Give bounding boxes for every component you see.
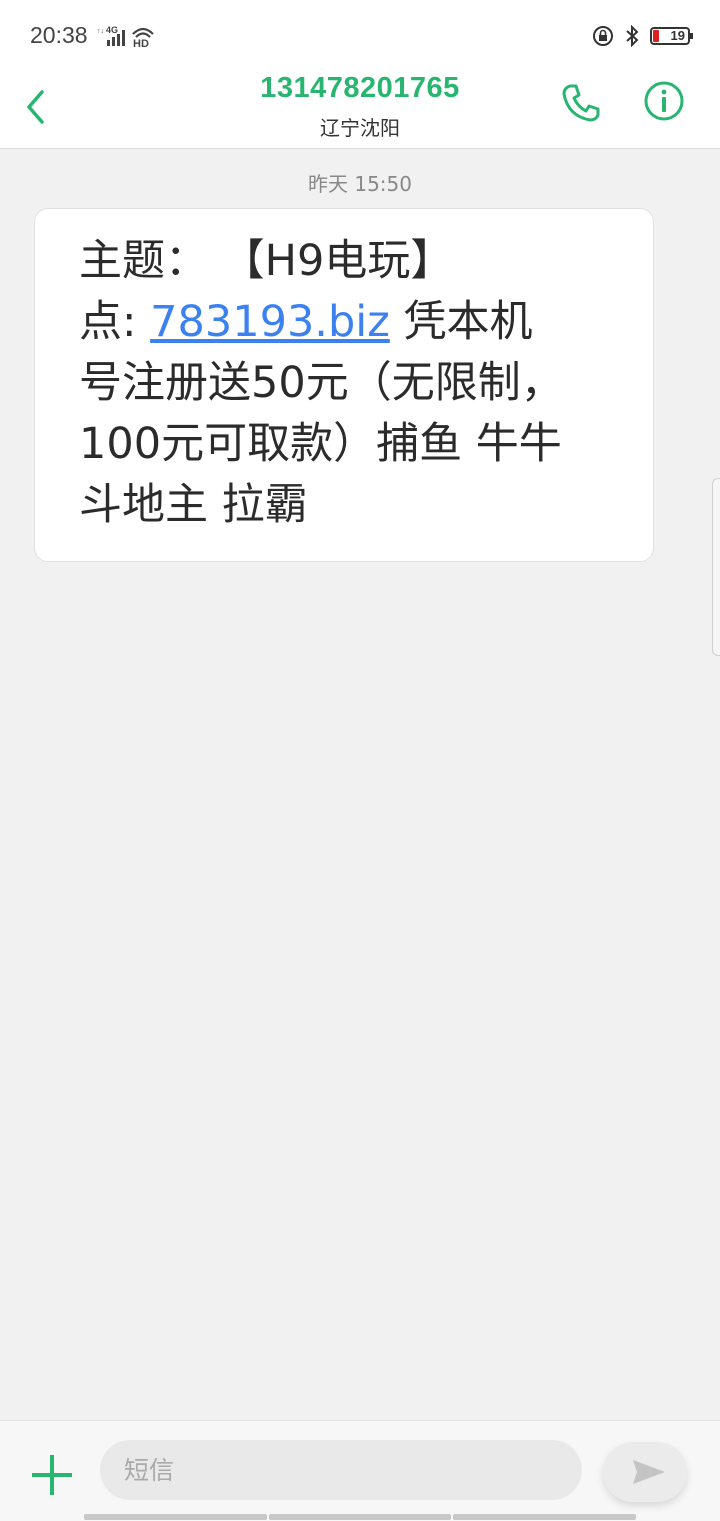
message-line: 号注册送50元（无限制， — [79, 358, 564, 408]
lock-rotation-icon — [593, 26, 613, 46]
sms-input[interactable] — [100, 1440, 582, 1500]
message-line: 主题： 【H9电玩】 — [79, 236, 454, 286]
call-button[interactable] — [558, 80, 604, 126]
phone-icon — [562, 84, 600, 122]
send-button[interactable] — [603, 1442, 687, 1502]
contact-location: 辽宁沈阳 — [320, 116, 400, 140]
svg-text:↑↓: ↑↓ — [97, 28, 104, 35]
compose-bar — [0, 1420, 720, 1521]
conversation-header: 131478201765 辽宁沈阳 — [0, 70, 720, 149]
signal-icon: ↑↓ 4G HD — [97, 25, 154, 48]
network-type-label: 4G — [106, 25, 118, 35]
battery-tip — [690, 33, 693, 39]
send-icon — [633, 1460, 665, 1484]
nav-hint-segment — [84, 1514, 267, 1520]
bluetooth-icon — [626, 25, 639, 47]
contact-number: 131478201765 — [260, 72, 460, 104]
status-icons: 19 — [592, 22, 693, 50]
info-button[interactable] — [641, 81, 687, 127]
status-time: 20:38 — [30, 22, 88, 48]
nav-hint-bar — [84, 1514, 637, 1520]
nav-hint-segment — [268, 1514, 452, 1520]
message-bubble[interactable]: 主题： 【H9电玩】 点: 783193.biz 凭本机 号注册送50元（无限制… — [34, 208, 654, 562]
message-line: 斗地主 拉霸 — [79, 480, 308, 530]
message-line: 100元可取款）捕鱼 牛牛 — [79, 419, 562, 469]
add-icon — [32, 1455, 72, 1495]
scroll-indicator[interactable] — [712, 478, 720, 656]
add-attachment-button[interactable] — [28, 1451, 76, 1499]
message-timestamp: 昨天 15:50 — [308, 172, 412, 196]
message-link[interactable]: 783193.biz — [150, 297, 390, 347]
message-line: 点: 783193.biz 凭本机 — [79, 292, 633, 353]
info-icon — [644, 81, 684, 121]
battery-fill — [653, 30, 659, 42]
hd-label: HD — [133, 38, 149, 48]
battery-level: 19 — [670, 28, 685, 43]
message-text: 点: — [79, 297, 151, 347]
status-bar: 20:38 ↑↓ 4G HD 19 — [0, 0, 720, 70]
message-text: 凭本机 — [389, 297, 533, 347]
nav-hint-segment — [453, 1514, 637, 1520]
battery-icon: 19 — [650, 27, 693, 45]
